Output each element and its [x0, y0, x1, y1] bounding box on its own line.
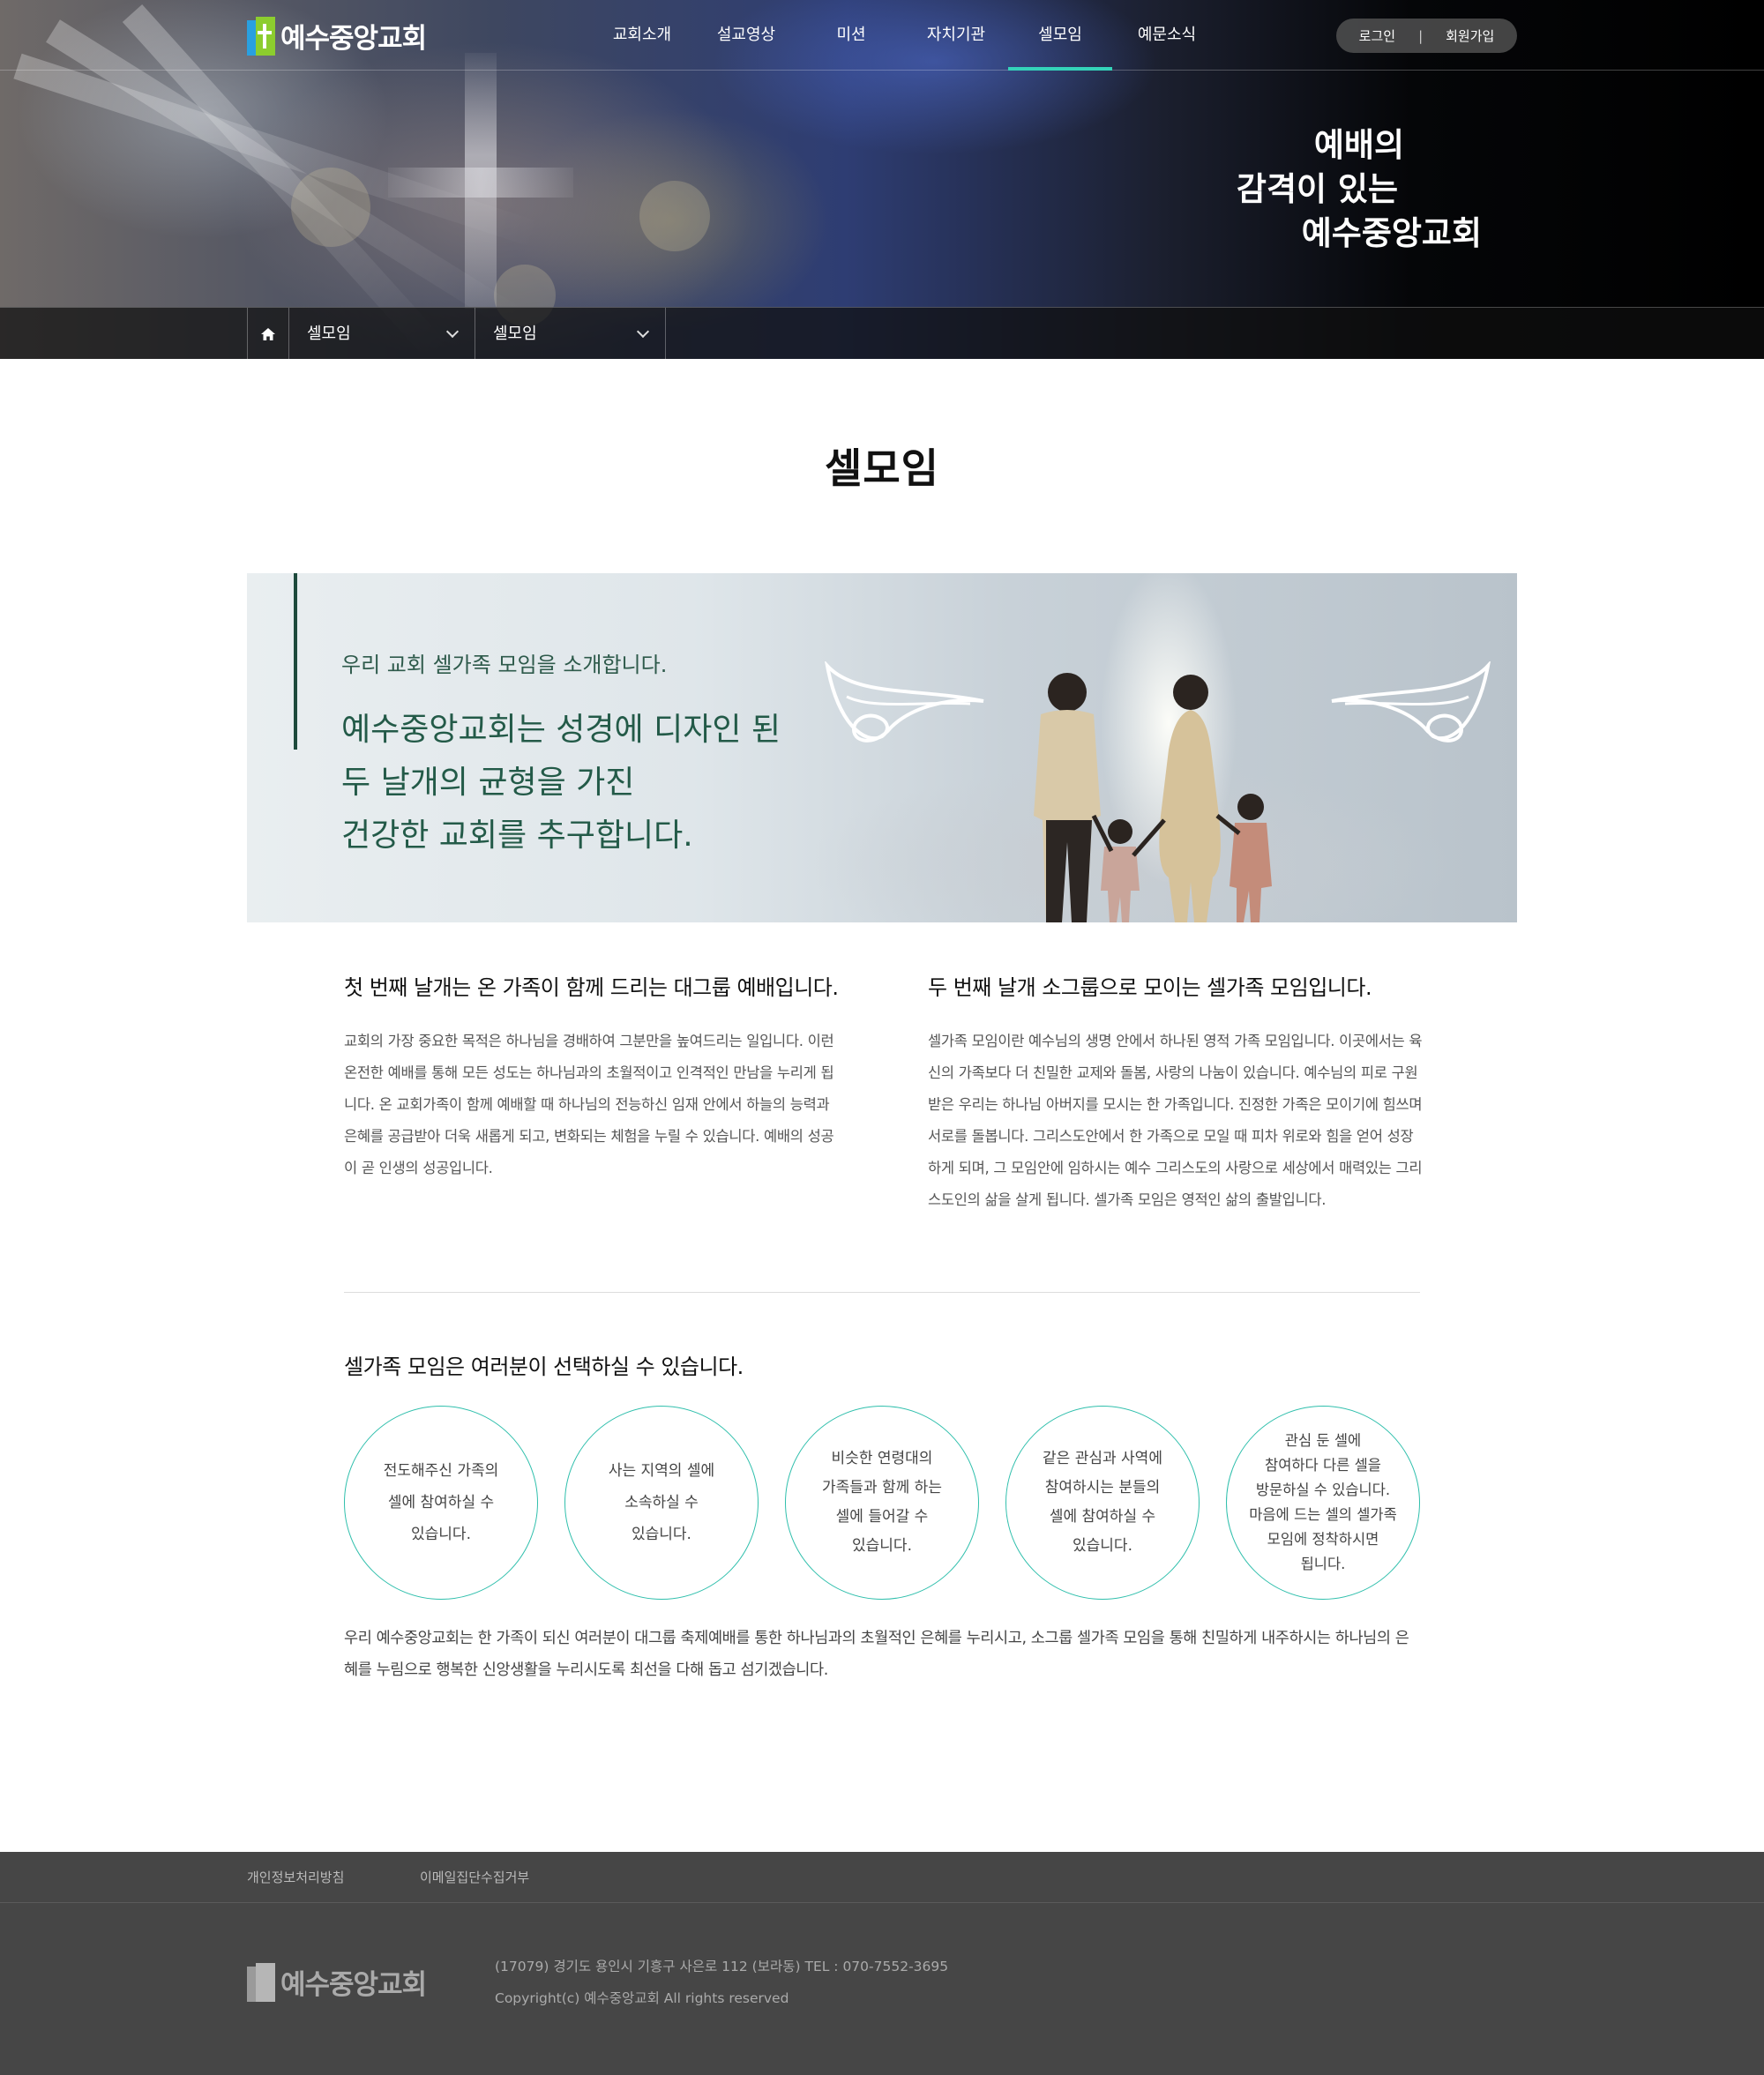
first-wing-body: 교회의 가장 중요한 목적은 하나님을 경배하여 그분만을 높여드리는 일입니다… [344, 1033, 834, 1176]
choice-line: 셀에 참여하실 수 [1049, 1508, 1156, 1526]
banner-headline: 예수중앙교회는 성경에 디자인 된 두 날개의 균형을 가진 건강한 교회를 추… [341, 704, 781, 862]
section-divider [344, 1292, 1420, 1293]
banner-line: 예수중앙교회는 성경에 디자인 된 [341, 712, 781, 748]
light-ray [13, 53, 542, 248]
choice-line: 가족들과 함께 하는 [822, 1479, 942, 1497]
choice-circle: 전도해주신 가족의 셀에 참여하실 수 있습니다. [344, 1406, 538, 1600]
choice-line: 비슷한 연령대의 [831, 1450, 933, 1467]
family-silhouette-image [1034, 673, 1272, 922]
footer-copyright: Copyright(c) 예수중앙교회 All rights reserved [495, 1990, 789, 2006]
choice-line: 셀에 들어갈 수 [835, 1508, 929, 1526]
intro-banner: 우리 교회 셀가족 모임을 소개합니다. 예수중앙교회는 성경에 디자인 된 두… [247, 573, 1517, 922]
hero-banner: 예수중앙교회 교회소개 설교영상 미션 자치기관 셀모임 예문소식 로그인 | … [0, 0, 1764, 359]
right-wing-icon [1331, 661, 1491, 743]
header-divider [0, 70, 1764, 71]
chevron-down-icon [636, 325, 650, 339]
chevron-down-icon [445, 325, 460, 339]
footer-links: 개인정보처리방침 이메일집단수집거부 [0, 1852, 1764, 1903]
choice-line: 있습니다. [632, 1526, 691, 1543]
banner-accent-bar [294, 573, 297, 750]
bokeh [291, 168, 370, 247]
first-wing-title: 첫 번째 날개는 온 가족이 함께 드리는 대그룹 예배입니다. [344, 975, 839, 1000]
nav-item-groups[interactable]: 자치기관 [926, 0, 986, 71]
nav-item-mission[interactable]: 미션 [834, 0, 868, 71]
nav-item-news[interactable]: 예문소식 [1137, 0, 1197, 71]
footer-logo: 예수중앙교회 [247, 1962, 427, 2002]
banner-line: 건강한 교회를 추구합니다. [341, 817, 693, 854]
location-select-1[interactable]: 셀모임 [289, 308, 475, 359]
choice-line: 소속하실 수 [624, 1494, 699, 1511]
nav-item-about[interactable]: 교회소개 [612, 0, 672, 71]
location-select-1-label: 셀모임 [307, 325, 351, 343]
church-logo-icon [247, 16, 275, 56]
location-select-2-label: 셀모임 [493, 325, 537, 343]
email-refusal-link[interactable]: 이메일집단수집거부 [420, 1852, 529, 1903]
home-icon [261, 327, 275, 340]
banner-subtitle: 우리 교회 셀가족 모임을 소개합니다. [341, 653, 668, 677]
choice-line: 방문하실 수 있습니다. [1255, 1482, 1391, 1498]
choice-line: 됩니다. [1300, 1556, 1346, 1572]
hero-slogan: 예배의 감격이 있는 예수중앙교회 [1237, 123, 1482, 256]
footer-address: (17079) 경기도 용인시 기흥구 사은로 112 (보라동) TEL : … [495, 1959, 949, 1974]
nav-item-cell[interactable]: 셀모임 [1008, 0, 1112, 71]
bokeh [639, 181, 710, 251]
choice-line: 같은 관심과 사역에 [1043, 1450, 1162, 1467]
signup-link[interactable]: 회원가입 [1446, 26, 1494, 45]
choice-line: 있습니다. [852, 1537, 912, 1555]
choice-line: 전도해주신 가족의 [383, 1462, 499, 1480]
location-bar: 셀모임 셀모임 [0, 307, 1764, 359]
logo-text: 예수중앙교회 [280, 23, 427, 55]
cross-light-bar [388, 168, 573, 198]
site-logo[interactable]: 예수중앙교회 [247, 16, 427, 56]
choice-circle: 같은 관심과 사역에 참여하시는 분들의 셀에 참여하실 수 있습니다. [1005, 1406, 1200, 1600]
second-wing-section: 두 번째 날개 소그룹으로 모이는 셀가족 모임입니다. 셀가족 모임이란 예수… [928, 970, 1426, 1216]
second-wing-title: 두 번째 날개 소그룹으로 모이는 셀가족 모임입니다. [928, 975, 1372, 1000]
choice-line: 참여하시는 분들의 [1044, 1479, 1161, 1497]
choices-title: 셀가족 모임은 여러분이 선택하실 수 있습니다. [344, 1355, 744, 1379]
slogan-line: 예수중앙교회 [1301, 214, 1482, 252]
choice-circle: 비슷한 연령대의 가족들과 함께 하는 셀에 들어갈 수 있습니다. [785, 1406, 979, 1600]
choice-circle: 관심 둔 셀에 참여하다 다른 셀을 방문하실 수 있습니다. 마음에 드는 셀… [1226, 1406, 1420, 1600]
footer-logo-text: 예수중앙교회 [280, 1969, 427, 2001]
home-button[interactable] [247, 308, 289, 359]
left-wing-icon [825, 661, 984, 743]
choice-line: 관심 둔 셀에 [1284, 1432, 1362, 1449]
auth-box: 로그인 | 회원가입 [1336, 19, 1517, 53]
banner-line: 두 날개의 균형을 가진 [341, 765, 635, 801]
auth-separator: | [1418, 27, 1424, 44]
slogan-line: 예배의 [1313, 126, 1404, 164]
choice-line: 모임에 정착하시면 [1267, 1531, 1379, 1548]
nav-item-sermon[interactable]: 설교영상 [716, 0, 776, 71]
second-wing-body: 셀가족 모임이란 예수님의 생명 안에서 하나된 영적 가족 모임입니다. 이곳… [928, 1033, 1423, 1208]
page-title: 셀모임 [825, 444, 939, 492]
location-select-2[interactable]: 셀모임 [475, 308, 666, 359]
first-wing-section: 첫 번째 날개는 온 가족이 함께 드리는 대그룹 예배입니다. 교회의 가장 … [344, 970, 842, 1184]
church-logo-icon [247, 1962, 275, 2002]
login-link[interactable]: 로그인 [1359, 26, 1395, 45]
choice-line: 셀에 참여하실 수 [387, 1494, 495, 1511]
choice-line: 있습니다. [1073, 1537, 1132, 1555]
choice-line: 사는 지역의 셀에 [608, 1462, 715, 1480]
choice-circle: 사는 지역의 셀에 소속하실 수 있습니다. [564, 1406, 759, 1600]
slogan-line: 감격이 있는 [1236, 170, 1398, 208]
choice-line: 참여하다 다른 셀을 [1265, 1457, 1381, 1474]
choice-line: 있습니다. [411, 1526, 471, 1543]
closing-paragraph: 우리 예수중앙교회는 한 가족이 되신 여러분이 대그룹 축제예배를 통한 하나… [344, 1630, 1409, 1679]
privacy-policy-link[interactable]: 개인정보처리방침 [247, 1852, 344, 1903]
choice-line: 마음에 드는 셀의 셀가족 [1249, 1506, 1397, 1523]
